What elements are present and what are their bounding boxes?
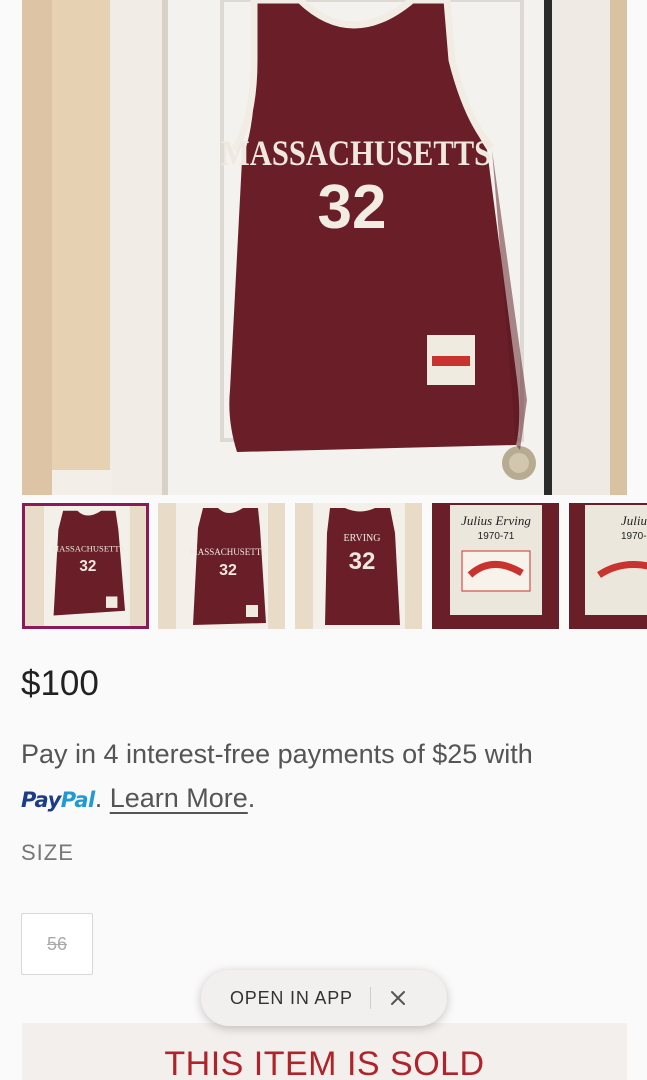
thumbnail-3[interactable]: ERVING 32: [295, 503, 422, 629]
thumb-school-text: MASSACHUSETTS: [51, 544, 124, 554]
thumb-school-text: MASSACHUSETTS: [190, 547, 267, 557]
learn-more-link[interactable]: Learn More: [110, 783, 248, 813]
paypal-trailing: .: [247, 783, 256, 813]
close-icon[interactable]: [388, 988, 408, 1008]
thumbnail-strip: MASSACHUSETTS 32 MASSACHUSETTS 32 ERVING…: [22, 503, 647, 629]
tag-name: Julius Erving: [461, 513, 531, 528]
pill-divider: [369, 987, 371, 1009]
thumbnail-1[interactable]: MASSACHUSETTS 32: [22, 503, 149, 629]
thumbnail-4[interactable]: Julius Erving 1970-71: [432, 503, 559, 629]
paypal-text: Pay in 4 interest-free payments of $25 w…: [21, 739, 533, 769]
thumbnail-2[interactable]: MASSACHUSETTS 32: [158, 503, 285, 629]
thumb-number: 32: [79, 558, 96, 575]
tag-years: 1970-71: [478, 531, 515, 542]
price: $100: [21, 664, 99, 703]
tag-name: Julius Erving: [621, 513, 647, 528]
paypal-period: .: [94, 783, 103, 813]
thumb-back-name: ERVING: [344, 533, 381, 544]
jersey-number: 32: [318, 173, 387, 242]
size-option-label: 56: [46, 933, 68, 954]
size-option[interactable]: 56: [21, 913, 93, 975]
tag-years: 1970-71: [621, 531, 647, 542]
product-main-image[interactable]: MASSACHUSETTS 32: [22, 0, 627, 495]
open-in-app-banner: OPEN IN APP: [201, 970, 447, 1026]
thumbnail-5[interactable]: Julius Erving 1970-71: [569, 503, 647, 629]
sold-text: THIS ITEM IS SOLD: [164, 1045, 485, 1080]
thumb-number: 32: [219, 562, 237, 579]
sold-banner: THIS ITEM IS SOLD: [22, 1023, 627, 1080]
paypal-installments: Pay in 4 interest-free payments of $25 w…: [21, 732, 621, 822]
size-label: SIZE: [21, 840, 74, 865]
open-in-app-button[interactable]: OPEN IN APP: [230, 988, 353, 1009]
paypal-logo: PayPal: [21, 788, 95, 812]
jersey-school-text: MASSACHUSETTS: [221, 134, 491, 174]
thumb-number: 32: [349, 548, 376, 575]
